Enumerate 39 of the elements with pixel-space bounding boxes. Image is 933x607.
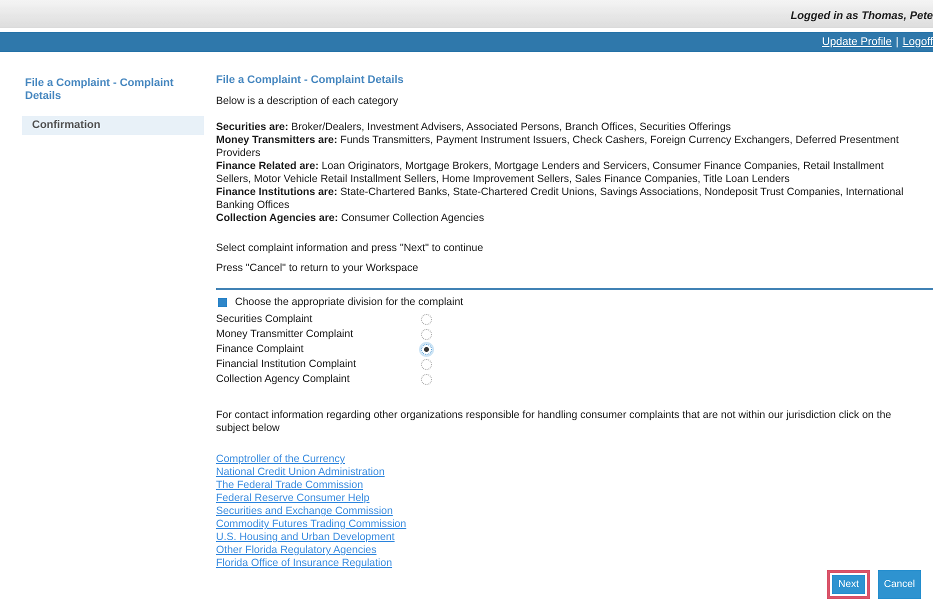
category-description: Collection Agencies are: Consumer Collection Agencies <box>216 212 486 225</box>
sidebar-item[interactable]: File a Complaint - Complaint Details <box>22 74 204 106</box>
agency-link[interactable]: National Credit Union Administration <box>216 466 385 479</box>
division-label: Choose the appropriate division for the complaint <box>235 296 464 309</box>
header-link[interactable]: Update Profile <box>822 36 892 48</box>
category-description: Finance Institutions are: State-Chartered Banks, State-Chartered Credit Unions, Savings Associations, Nondeposit Trust Companies, International Banking Offices <box>216 186 904 212</box>
intro-text: Below is a description of each category <box>216 95 400 108</box>
category-description: Securities are: Broker/Dealers, Investment Advisers, Associated Persons, Branch Offices, Securities Offerings <box>216 121 732 134</box>
option-label: Finance Complaint <box>216 343 305 356</box>
option-label: Securities Complaint <box>216 313 314 326</box>
agency-link[interactable]: Comptroller of the Currency <box>216 453 345 466</box>
instruction-text: Press "Cancel" to return to your Workspace <box>216 262 420 275</box>
sidebar-item[interactable]: Confirmation <box>22 116 204 135</box>
agency-link[interactable]: Florida Office of Insurance Regulation <box>216 557 392 570</box>
category-description: Money Transmitters are: Funds Transmitters, Payment Instrument Issuers, Check Cashers, Foreign Currency Exchangers, Deferred Presentment Providers <box>216 134 900 160</box>
radio-button[interactable] <box>421 344 432 355</box>
radio-button[interactable] <box>421 374 432 385</box>
agency-link[interactable]: U.S. Housing and Urban Development <box>216 531 395 544</box>
section-marker-icon <box>218 298 227 307</box>
agency-link[interactable]: Federal Reserve Consumer Help <box>216 492 370 505</box>
option-label: Financial Institution Complaint <box>216 358 358 371</box>
instruction-text: Select complaint information and press "Next" to continue <box>216 242 484 255</box>
link-separator: | <box>896 36 899 48</box>
option-label: Collection Agency Complaint <box>216 373 351 386</box>
radio-button[interactable] <box>421 329 432 340</box>
agency-link[interactable]: Other Florida Regulatory Agencies <box>216 544 376 557</box>
category-description: Finance Related are: Loan Originators, Mortgage Brokers, Mortgage Lenders and Servicers, Consumer Finance Companies, Retail Installment Sellers, Motor Vehicle Retail Installment Sellers, Home Improvement Sellers, Sales Finance Companies, Title Loan Lenders <box>216 160 885 186</box>
page-title: File a Complaint - Complaint Details <box>216 74 405 87</box>
agency-link[interactable]: Commodity Futures Trading Commission <box>216 518 406 531</box>
radio-button[interactable] <box>421 314 432 325</box>
agency-link[interactable]: Securities and Exchange Commission <box>216 505 393 518</box>
option-label: Money Transmitter Complaint <box>216 328 354 341</box>
header-link[interactable]: Logoff <box>902 36 933 48</box>
radio-button[interactable] <box>421 359 432 370</box>
logged-in-label: Logged in as Thomas, Pete <box>790 10 933 22</box>
action-button[interactable]: Cancel <box>878 570 921 599</box>
contact-text: For contact information regarding other organizations responsible for handling consumer complaints that are not within our jurisdiction click on the subject below <box>216 409 892 435</box>
agency-link[interactable]: The Federal Trade Commission <box>216 479 364 492</box>
action-button[interactable]: Next <box>832 575 865 594</box>
